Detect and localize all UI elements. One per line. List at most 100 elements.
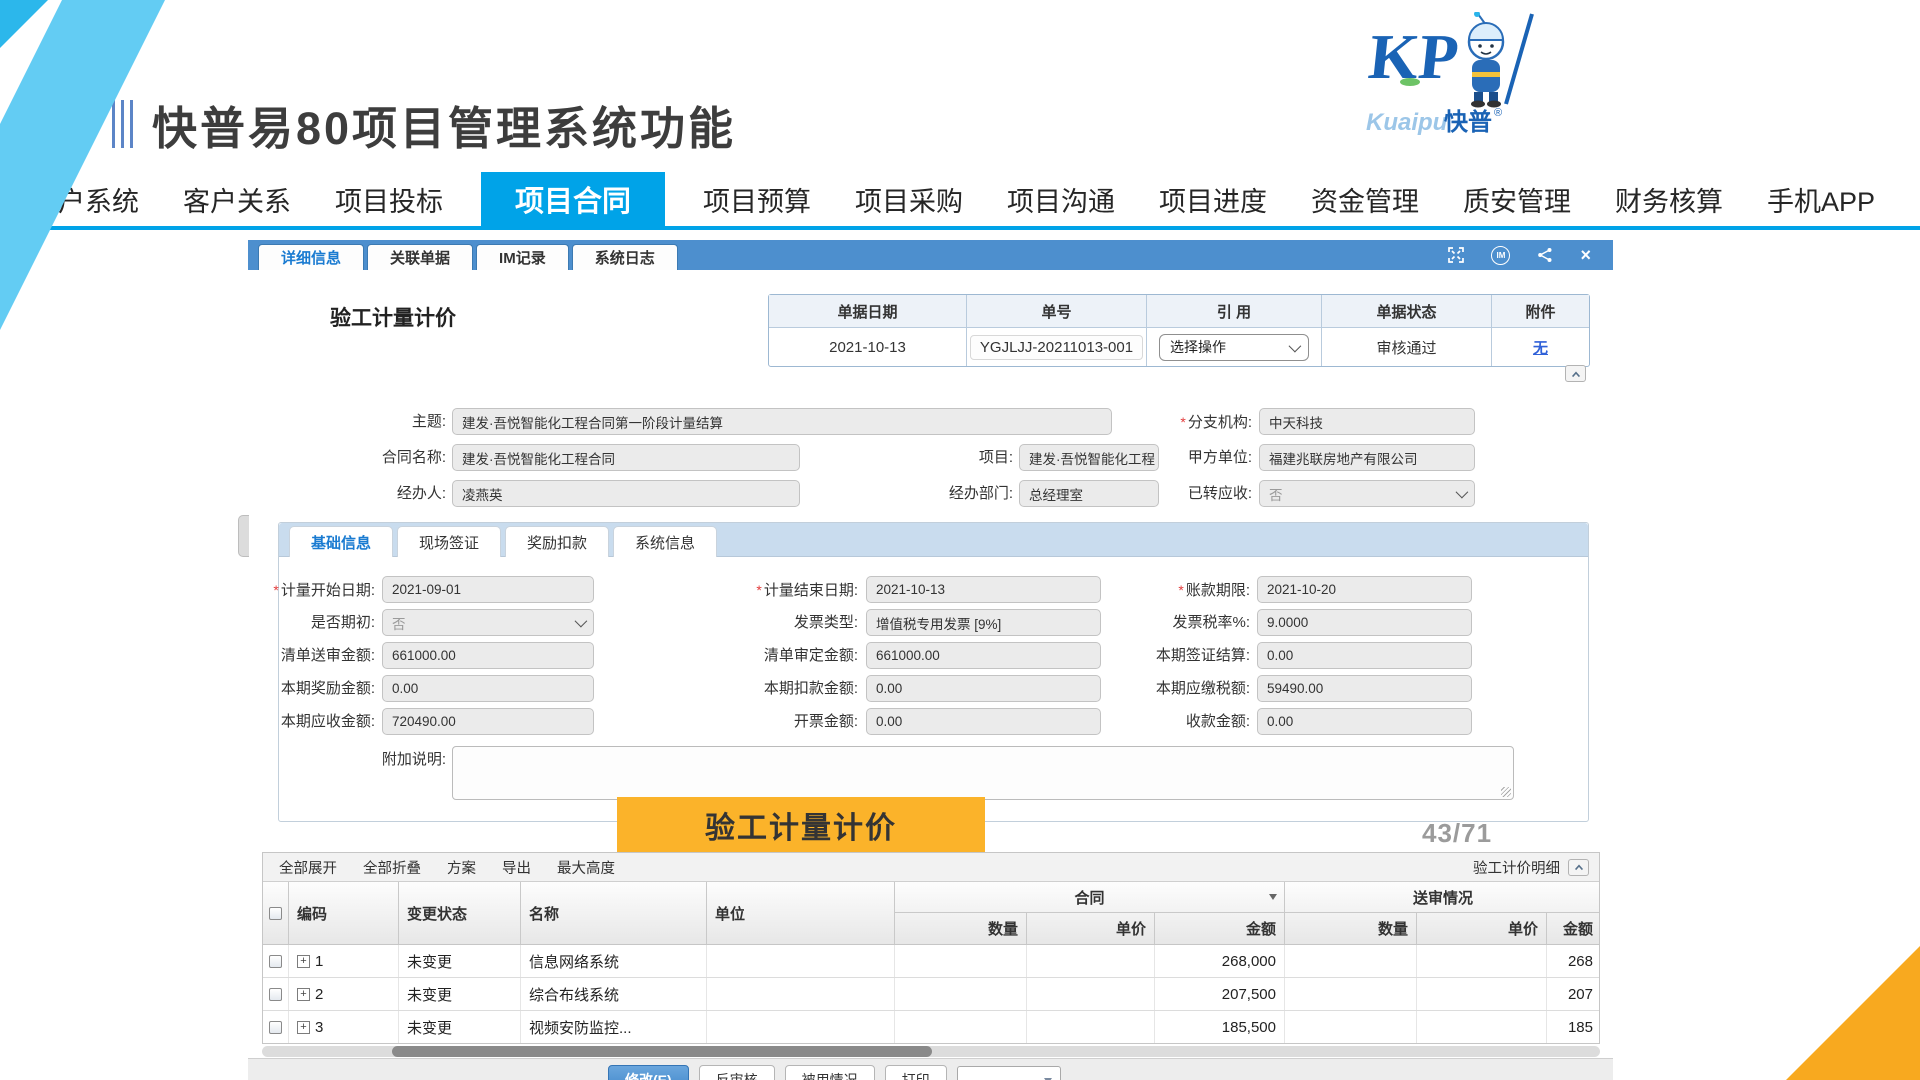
tax-payable-field[interactable]: 59490.00 xyxy=(1257,675,1472,702)
col-header-contract-amount[interactable]: 金额 xyxy=(1155,913,1285,944)
col-header-name[interactable]: 名称 xyxy=(521,882,707,944)
tax-rate-field[interactable]: 9.0000 xyxy=(1257,609,1472,636)
initial-period-select[interactable]: 否 xyxy=(382,609,594,636)
nav-item-quality[interactable]: 质安管理 xyxy=(1457,180,1577,219)
group-header-submission[interactable]: 送审情况 xyxy=(1285,882,1600,913)
horizontal-scrollbar[interactable] xyxy=(262,1046,1600,1057)
nav-item-bidding[interactable]: 项目投标 xyxy=(329,180,449,219)
export-button[interactable]: 导出 xyxy=(502,857,531,878)
svg-text:®: ® xyxy=(1494,107,1502,119)
expand-row-icon[interactable]: + xyxy=(297,1021,310,1034)
branch-field[interactable]: 中天科技 xyxy=(1259,408,1475,435)
stamp-header-ref: 引 用 xyxy=(1147,295,1322,328)
reverse-audit-button[interactable]: 反审核 xyxy=(699,1065,775,1080)
payment-term-field[interactable]: 2021-10-20 xyxy=(1257,576,1472,603)
chevron-down-icon xyxy=(575,615,588,628)
nav-item-finance[interactable]: 财务核算 xyxy=(1609,180,1729,219)
svg-text:Kuaipu: Kuaipu xyxy=(1366,109,1448,136)
attachment-link[interactable]: 无 xyxy=(1533,337,1548,358)
reward-amount-label: 本期奖励金额: xyxy=(268,675,375,703)
fullscreen-icon[interactable] xyxy=(1447,246,1465,264)
nav-item-funds[interactable]: 资金管理 xyxy=(1305,180,1425,219)
nav-item-communication[interactable]: 项目沟通 xyxy=(1001,180,1121,219)
collapse-all-button[interactable]: 全部折叠 xyxy=(363,857,421,878)
col-header-unit[interactable]: 单位 xyxy=(707,882,895,944)
tax-rate-label: 发票税率%: xyxy=(1048,609,1250,637)
stamp-header-no: 单号 xyxy=(967,295,1147,328)
col-header-contract-qty[interactable]: 数量 xyxy=(895,913,1027,944)
table-row[interactable]: +2 未变更 综合布线系统 207,500 207 xyxy=(263,978,1599,1011)
tab-im-records[interactable]: IM记录 xyxy=(476,244,569,270)
invoice-type-label: 发票类型: xyxy=(648,609,858,637)
tab-system-log[interactable]: 系统日志 xyxy=(572,244,678,270)
subtab-system-info[interactable]: 系统信息 xyxy=(613,526,717,557)
col-header-submit-price[interactable]: 单价 xyxy=(1417,913,1547,944)
nav-item-progress[interactable]: 项目进度 xyxy=(1153,180,1273,219)
chevron-down-icon xyxy=(1289,339,1302,352)
expand-row-icon[interactable]: + xyxy=(297,988,310,1001)
column-menu-icon[interactable] xyxy=(1269,894,1277,900)
expand-row-icon[interactable]: + xyxy=(297,955,310,968)
received-amount-field[interactable]: 0.00 xyxy=(1257,708,1472,735)
close-icon[interactable]: × xyxy=(1580,246,1591,264)
reference-select[interactable]: 选择操作 xyxy=(1159,334,1309,361)
collapse-header-button[interactable] xyxy=(1565,365,1586,382)
select-all-checkbox[interactable] xyxy=(269,907,282,920)
max-height-button[interactable]: 最大高度 xyxy=(557,857,615,878)
logo-wordmark: Kuaipu 快普 ® xyxy=(1366,107,1502,136)
group-header-contract[interactable]: 合同 xyxy=(895,882,1285,913)
expand-all-button[interactable]: 全部展开 xyxy=(279,857,337,878)
nav-item-procurement[interactable]: 项目采购 xyxy=(849,180,969,219)
tab-detail-info[interactable]: 详细信息 xyxy=(258,244,364,270)
remark-textarea[interactable] xyxy=(452,746,1514,800)
handler-dept-field[interactable]: 总经理室 xyxy=(1019,480,1159,507)
callout-banner: 验工计量计价 xyxy=(617,797,985,852)
project-field[interactable]: 建发·吾悦智能化工程 xyxy=(1019,444,1159,471)
subtab-basic-info[interactable]: 基础信息 xyxy=(289,526,393,557)
receivable-amount-field[interactable]: 720490.00 xyxy=(382,708,594,735)
measure-start-label: *计量开始日期: xyxy=(268,576,375,605)
share-icon[interactable] xyxy=(1536,246,1554,264)
stamp-header-status: 单据状态 xyxy=(1322,295,1492,328)
submitted-amount-field[interactable]: 661000.00 xyxy=(382,642,594,669)
subtab-reward-deduction[interactable]: 奖励扣款 xyxy=(505,526,609,557)
im-chat-icon[interactable]: IM xyxy=(1491,246,1510,265)
subtab-site-visa[interactable]: 现场签证 xyxy=(397,526,501,557)
corner-decoration-topleft xyxy=(0,0,240,360)
remark-label: 附加说明: xyxy=(308,746,446,774)
table-row[interactable]: +1 未变更 信息网络系统 268,000 268 xyxy=(263,945,1599,978)
resize-grip-icon[interactable] xyxy=(1501,787,1511,797)
reward-amount-field[interactable]: 0.00 xyxy=(382,675,594,702)
collapse-grid-button[interactable] xyxy=(1568,859,1589,876)
receivable-select[interactable]: 否 xyxy=(1259,480,1475,507)
tab-related-docs[interactable]: 关联单据 xyxy=(367,244,473,270)
nav-item-mobile-app[interactable]: 手机APP xyxy=(1761,180,1881,219)
panel-collapse-handle[interactable] xyxy=(238,515,249,557)
document-stamp-table: 单据日期 单号 引 用 单据状态 附件 2021-10-13 YGJLJJ-20… xyxy=(768,294,1590,367)
row-checkbox[interactable] xyxy=(269,988,282,1001)
col-header-submit-amount[interactable]: 金额 xyxy=(1547,913,1600,944)
contract-name-field[interactable]: 建发·吾悦智能化工程合同 xyxy=(452,444,800,471)
col-header-submit-qty[interactable]: 数量 xyxy=(1285,913,1417,944)
print-button[interactable]: 打印 xyxy=(885,1065,947,1080)
row-checkbox[interactable] xyxy=(269,955,282,968)
footer-select[interactable] xyxy=(957,1066,1061,1080)
initial-period-label: 是否期初: xyxy=(268,609,375,637)
edit-button[interactable]: 修改(E) xyxy=(608,1065,689,1080)
party-a-field[interactable]: 福建兆联房地产有限公司 xyxy=(1259,444,1475,471)
handler-field[interactable]: 凌燕英 xyxy=(452,480,800,507)
row-checkbox[interactable] xyxy=(269,1021,282,1034)
measure-start-field[interactable]: 2021-09-01 xyxy=(382,576,594,603)
subject-field[interactable]: 建发·吾悦智能化工程合同第一阶段计量结算 xyxy=(452,408,1112,435)
visa-settlement-field[interactable]: 0.00 xyxy=(1257,642,1472,669)
col-header-code[interactable]: 编码 xyxy=(289,882,399,944)
table-row[interactable]: +3 未变更 视频安防监控... 185,500 185 xyxy=(263,1011,1599,1044)
nav-item-budget[interactable]: 项目预算 xyxy=(697,180,817,219)
chevron-up-icon xyxy=(1570,369,1582,379)
col-header-contract-price[interactable]: 单价 xyxy=(1027,913,1155,944)
scrollbar-thumb[interactable] xyxy=(392,1046,932,1057)
col-header-change-status[interactable]: 变更状态 xyxy=(399,882,521,944)
usage-button[interactable]: 被用情况 xyxy=(785,1065,875,1080)
nav-item-contract[interactable]: 项目合同 xyxy=(481,172,665,226)
scheme-button[interactable]: 方案 xyxy=(447,857,476,878)
